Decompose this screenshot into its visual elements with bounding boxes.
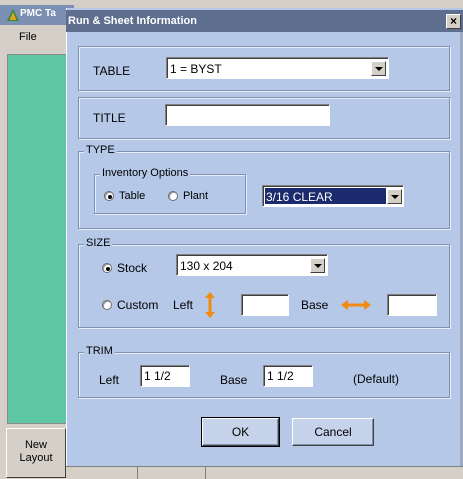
new-layout-button[interactable]: New Layout — [6, 428, 66, 478]
trim-base-input[interactable]: 1 1/2 — [263, 365, 313, 387]
trim-left-value: 1 1/2 — [144, 369, 171, 383]
radio-custom[interactable] — [102, 300, 112, 310]
trim-group-label: TRIM — [84, 345, 115, 357]
trim-base-value: 1 1/2 — [267, 369, 294, 383]
custom-base-label: Base — [301, 298, 329, 312]
status-bar-segment — [140, 466, 206, 479]
horizontal-arrow-icon — [341, 299, 371, 311]
table-select[interactable]: 1 = BYST — [166, 57, 389, 79]
background-app-title: PMC Ta — [20, 8, 56, 19]
app-logo-icon — [6, 8, 20, 22]
trim-base-label: Base — [220, 373, 248, 387]
ok-button[interactable]: OK — [201, 417, 280, 447]
menu-file[interactable]: File — [19, 31, 37, 43]
status-bar-segment — [78, 466, 138, 479]
radio-plant-label: Plant — [183, 190, 209, 202]
chevron-down-icon[interactable] — [387, 189, 402, 204]
dialog-title: Run & Sheet Information — [68, 15, 197, 27]
material-select[interactable]: 3/16 CLEAR — [262, 185, 404, 207]
vertical-arrow-icon — [204, 292, 216, 318]
table-label: TABLE — [93, 64, 131, 78]
title-input[interactable] — [165, 104, 330, 126]
trim-default-note: (Default) — [353, 372, 400, 386]
radio-table[interactable] — [104, 191, 114, 201]
chevron-down-icon[interactable] — [371, 61, 386, 76]
radio-custom-label: Custom — [117, 298, 159, 312]
size-group-label: SIZE — [84, 237, 113, 249]
chevron-down-icon[interactable] — [310, 258, 325, 273]
cancel-button[interactable]: Cancel — [292, 418, 374, 446]
radio-stock[interactable] — [102, 263, 112, 273]
stock-size-select[interactable]: 130 x 204 — [176, 254, 328, 276]
type-group-label: TYPE — [84, 144, 117, 156]
background-panel — [7, 54, 67, 424]
radio-plant[interactable] — [168, 191, 178, 201]
background-menubar — [0, 25, 74, 53]
new-layout-label-line1: New — [24, 439, 47, 451]
stock-size-value: 130 x 204 — [180, 259, 233, 273]
radio-stock-label: Stock — [117, 261, 148, 275]
close-icon: × — [449, 14, 457, 28]
table-select-value: 1 = BYST — [170, 62, 222, 76]
trim-left-label: Left — [99, 373, 120, 387]
close-button[interactable]: × — [446, 14, 461, 29]
material-select-value: 3/16 CLEAR — [266, 190, 333, 204]
new-layout-label-line2: Layout — [19, 452, 53, 464]
trim-left-input[interactable]: 1 1/2 — [140, 365, 190, 387]
inventory-options-label: Inventory Options — [100, 167, 191, 179]
custom-left-label: Left — [173, 298, 194, 312]
radio-table-label: Table — [119, 190, 146, 202]
custom-base-input[interactable] — [387, 294, 437, 316]
title-label: TITLE — [93, 111, 126, 125]
custom-left-input[interactable] — [241, 294, 289, 316]
